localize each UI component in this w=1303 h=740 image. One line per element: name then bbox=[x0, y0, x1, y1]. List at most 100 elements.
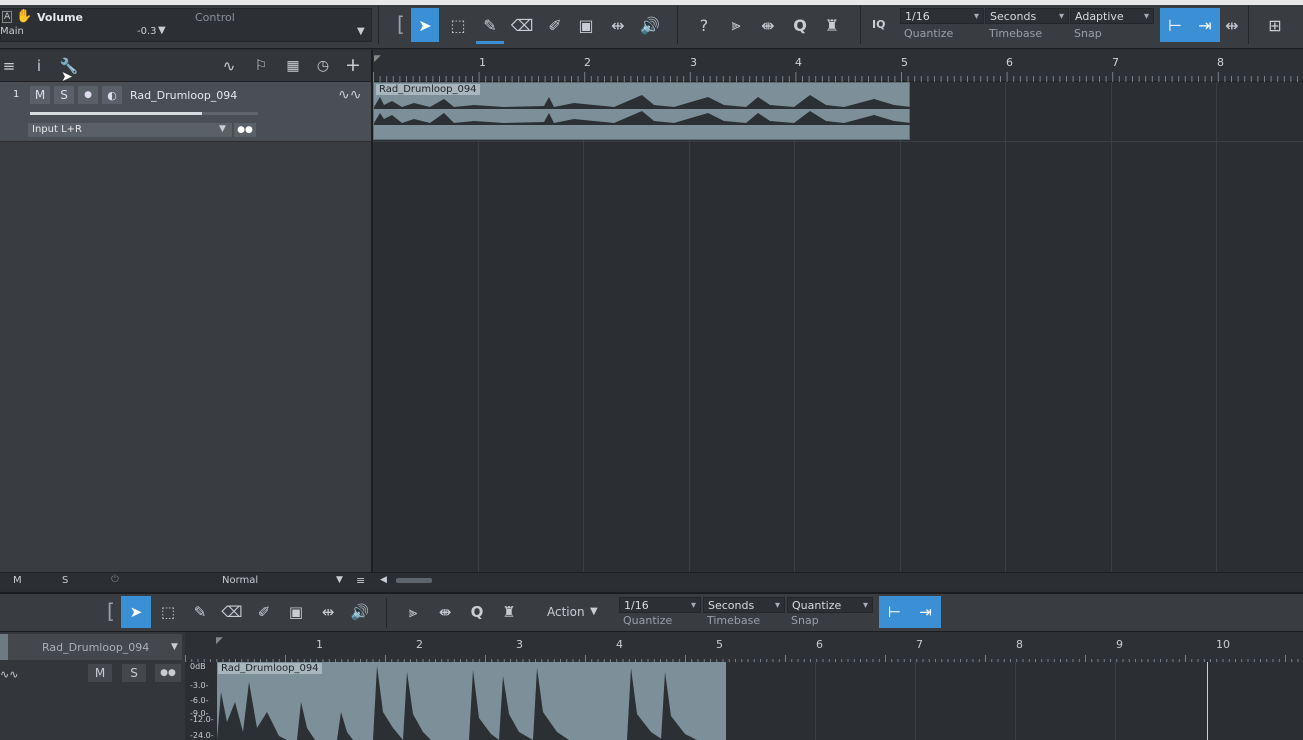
global-solo-button[interactable]: S bbox=[62, 575, 68, 586]
grid-add-icon: ⊞ bbox=[1268, 15, 1282, 35]
help-button[interactable]: ? bbox=[690, 8, 718, 42]
split-icon: ⇹ bbox=[321, 603, 335, 621]
editor-mute-tool-button[interactable]: ▣ bbox=[281, 596, 311, 628]
mute-tool-button[interactable]: ▣ bbox=[572, 8, 600, 42]
cursor-arrow-icon: ➤ bbox=[418, 15, 432, 35]
draw-tool-button[interactable]: ✐ bbox=[541, 8, 569, 42]
bend-marker-button[interactable]: ⫸ bbox=[722, 8, 750, 42]
snap-select[interactable]: Adaptive bbox=[1070, 8, 1154, 25]
audio-event[interactable]: Rad_Drumloop_094 bbox=[373, 82, 911, 140]
power-icon[interactable]: ⏻ bbox=[111, 574, 119, 585]
listen-tool-button[interactable]: 🔊 bbox=[636, 8, 664, 42]
bracket-icon: [ bbox=[107, 599, 115, 623]
track-list-icon[interactable]: ≡ bbox=[0, 56, 18, 76]
grid-line bbox=[1005, 82, 1006, 572]
auto-icon[interactable]: A bbox=[2, 11, 13, 23]
snap-to-end-button[interactable]: ⇥ bbox=[1190, 8, 1220, 42]
ruler-tick-label: 7 bbox=[1112, 56, 1119, 69]
action-menu-button[interactable]: Action bbox=[547, 605, 585, 619]
folder-flag-icon[interactable]: ⚐ bbox=[250, 56, 272, 76]
solo-button[interactable]: S bbox=[54, 86, 74, 104]
pencil-icon: ✎ bbox=[483, 15, 497, 35]
editor-ruler-tick-label: 6 bbox=[816, 638, 823, 651]
info-icon[interactable]: i bbox=[30, 56, 48, 76]
grid-line bbox=[915, 662, 916, 740]
mode-select[interactable]: Normal bbox=[222, 575, 258, 586]
stereo-icon: ●● bbox=[160, 668, 176, 678]
horizontal-scrollbar[interactable] bbox=[396, 578, 432, 583]
editor-snap-end-button[interactable]: ⇥ bbox=[910, 596, 941, 628]
mute-button[interactable]: M bbox=[30, 86, 50, 104]
editor-snap-start-button[interactable]: ⊢ bbox=[879, 596, 910, 628]
quantize-select[interactable]: 1/16 bbox=[900, 8, 984, 25]
editor-bend-button[interactable]: ⫸ bbox=[398, 596, 428, 628]
editor-audiobend-button[interactable]: ⇼ bbox=[430, 596, 460, 628]
add-track-icon[interactable]: + bbox=[342, 54, 364, 76]
control-dropdown-icon[interactable]: ▼ bbox=[357, 26, 365, 37]
editor-solo-button[interactable]: S bbox=[122, 664, 146, 682]
groove-button[interactable]: ♜ bbox=[818, 8, 846, 42]
groove-icon: ♜ bbox=[824, 15, 840, 35]
editor-range-tool-button[interactable]: ⬚ bbox=[153, 596, 183, 628]
hand-icon[interactable]: ✋ bbox=[16, 9, 32, 24]
timebase-select[interactable]: Seconds bbox=[985, 8, 1069, 25]
editor-timebase-select[interactable]: Seconds bbox=[703, 597, 785, 614]
arrange-view[interactable] bbox=[373, 82, 1303, 590]
editor-ruler-tick-label: 8 bbox=[1016, 638, 1023, 651]
clock-icon[interactable]: ◷ bbox=[312, 56, 334, 76]
track-list-area bbox=[0, 82, 371, 572]
editor-mute-button[interactable]: M bbox=[88, 664, 112, 682]
groove-icon: ♜ bbox=[502, 603, 516, 621]
global-mute-button[interactable]: M bbox=[13, 575, 22, 586]
range-icon: ⬚ bbox=[160, 603, 176, 621]
chevron-down-icon[interactable]: ▼ bbox=[158, 25, 166, 36]
snap-cursor-button[interactable]: ⇹ bbox=[1220, 8, 1244, 42]
grid-line bbox=[689, 82, 690, 572]
list-icon[interactable]: ≡ bbox=[356, 574, 365, 587]
q-icon: Q bbox=[470, 603, 484, 621]
tracks-grid-icon[interactable]: ▦ bbox=[282, 56, 304, 76]
editor-split-tool-button[interactable]: ⇹ bbox=[313, 596, 343, 628]
editor-eraser-tool-button[interactable]: ⌫ bbox=[217, 596, 247, 628]
editor-quantize-button[interactable]: Q bbox=[462, 596, 492, 628]
arrow-tool-button[interactable]: ➤ bbox=[411, 8, 439, 42]
eraser-icon: ⌫ bbox=[510, 15, 534, 35]
split-tool-button[interactable]: ⇹ bbox=[604, 8, 632, 42]
speaker-icon: 🔊 bbox=[350, 603, 370, 621]
timebase-label: Timebase bbox=[989, 27, 1043, 40]
audiobend-button[interactable]: ⇼ bbox=[754, 8, 782, 42]
stereo-toggle[interactable]: ●● bbox=[234, 123, 256, 137]
waveform-icon[interactable]: ∿∿ bbox=[338, 87, 361, 103]
editor-loop-start-marker[interactable]: ◤ bbox=[216, 636, 223, 646]
track-name[interactable]: Rad_Drumloop_094 bbox=[130, 89, 237, 102]
parameter-value[interactable]: -0.3 bbox=[137, 26, 157, 37]
record-button[interactable]: ● bbox=[78, 86, 98, 104]
ruler-ticks bbox=[373, 72, 1298, 82]
snap-to-start-button[interactable]: ⊢ bbox=[1160, 8, 1190, 42]
editor-arrow-tool-button[interactable]: ➤ bbox=[121, 596, 151, 628]
editor-stereo-toggle[interactable]: ●● bbox=[155, 664, 181, 682]
editor-groove-button[interactable]: ♜ bbox=[494, 596, 524, 628]
editor-snap-select[interactable]: Quantize bbox=[787, 597, 873, 614]
snap-right-icon: ⇥ bbox=[919, 603, 932, 621]
eraser-tool-button[interactable]: ⌫ bbox=[508, 8, 536, 42]
layout-button[interactable]: ⊞ bbox=[1260, 8, 1290, 42]
editor-paint-tool-button[interactable]: ✎ bbox=[185, 596, 215, 628]
editor-draw-tool-button[interactable]: ✐ bbox=[249, 596, 279, 628]
monitor-button[interactable]: ◐ bbox=[102, 86, 122, 104]
quantize-button[interactable]: Q bbox=[786, 8, 814, 42]
loop-start-marker[interactable]: ◤ bbox=[374, 54, 381, 64]
snap-left-icon: ⊢ bbox=[1168, 15, 1182, 35]
ruler-tick-label: 6 bbox=[1006, 56, 1013, 69]
scroll-left-icon[interactable]: ◀ bbox=[380, 575, 387, 585]
paint-tool-button[interactable]: ✎ bbox=[476, 8, 504, 42]
editor-quantize-select[interactable]: 1/16 bbox=[619, 597, 701, 614]
editor-listen-tool-button[interactable]: 🔊 bbox=[345, 596, 375, 628]
iq-button[interactable]: IQ bbox=[872, 18, 885, 31]
playhead[interactable] bbox=[1207, 662, 1208, 740]
split-icon: ⇹ bbox=[611, 15, 625, 35]
automation-icon[interactable]: ∿ bbox=[218, 56, 240, 76]
editor-audio-event[interactable]: Rad_Drumloop_094 bbox=[217, 662, 726, 740]
ruler-tick-label: 4 bbox=[795, 56, 802, 69]
range-tool-button[interactable]: ⬚ bbox=[444, 8, 472, 42]
